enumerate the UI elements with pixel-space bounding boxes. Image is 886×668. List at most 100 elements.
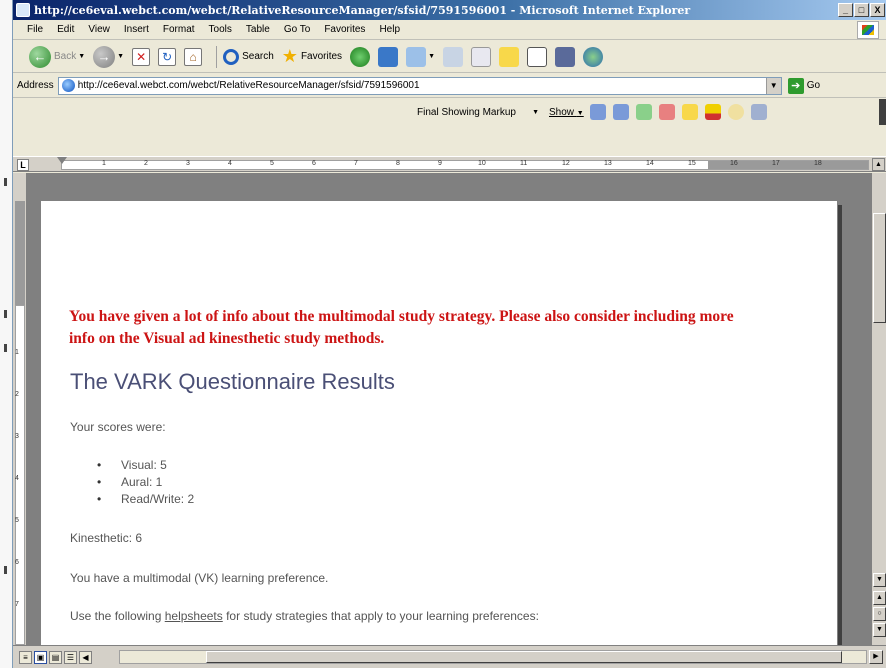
window-controls: _ □ X (838, 3, 885, 17)
back-dropdown-icon[interactable]: ▼ (78, 53, 85, 60)
mail-dropdown-icon[interactable]: ▼ (428, 53, 435, 60)
go-button[interactable]: ➔ Go (787, 77, 821, 94)
indent-marker-icon[interactable] (57, 157, 67, 173)
stop-button[interactable]: ✕ (132, 47, 151, 66)
menu-format[interactable]: Format (163, 24, 195, 35)
search-label: Search (242, 51, 274, 62)
chevron-down-icon: ▼ (532, 108, 539, 116)
reviewing-toolbar: Final Showing Markup ▼ Show ▼ (13, 99, 886, 125)
close-button[interactable]: X (870, 3, 885, 17)
address-dropdown-icon[interactable]: ▼ (765, 77, 781, 94)
show-menu-button[interactable]: Show ▼ (549, 107, 584, 118)
vruler-number: 1 (15, 349, 19, 356)
print-button[interactable] (443, 46, 463, 67)
related-button[interactable] (583, 46, 603, 67)
kinesthetic-score: Kinesthetic: 6 (70, 531, 143, 545)
print-layout-view-icon[interactable]: ▤ (49, 650, 62, 664)
insert-comment-icon[interactable] (681, 104, 698, 120)
display-for-review-select[interactable]: Final Showing Markup ▼ (413, 103, 543, 121)
address-url[interactable]: http://ce6eval.webct.com/webct/RelativeR… (78, 80, 420, 91)
scroll-left-icon[interactable]: ◀ (79, 650, 92, 664)
favorites-label: Favorites (300, 51, 343, 62)
forward-button[interactable]: → ▼ (93, 45, 124, 68)
research-button[interactable] (527, 46, 547, 67)
select-browse-object-icon[interactable]: ○ (873, 607, 886, 621)
mail-icon (406, 46, 427, 67)
menu-edit[interactable]: Edit (57, 24, 74, 35)
ruler-scale[interactable]: 1 2 3 4 5 6 7 8 9 10 11 12 13 14 15 16 1… (61, 160, 869, 170)
helpsheets-text: Use the following helpsheets for study s… (70, 609, 539, 623)
horizontal-scroll-thumb[interactable] (206, 651, 842, 663)
edit-button[interactable] (471, 46, 491, 67)
favorites-button[interactable]: ★ Favorites (282, 46, 342, 67)
accept-change-icon[interactable] (635, 104, 652, 120)
refresh-icon: ↻ (158, 47, 177, 66)
scores-list: Visual: 5 Aural: 1 Read/Write: 2 (97, 457, 194, 508)
address-input[interactable]: http://ce6eval.webct.com/webct/RelativeR… (57, 76, 782, 95)
menu-insert[interactable]: Insert (124, 24, 149, 35)
mail-button[interactable]: ▼ (406, 46, 435, 67)
menu-favorites[interactable]: Favorites (324, 24, 365, 35)
maximize-button[interactable]: □ (854, 3, 869, 17)
normal-view-icon[interactable]: ≡ (19, 650, 32, 664)
ie-page-icon (16, 3, 30, 17)
reject-change-icon[interactable] (658, 104, 675, 120)
window-title: http://ce6eval.webct.com/webct/RelativeR… (34, 3, 691, 17)
refresh-button[interactable]: ↻ (158, 47, 177, 66)
tab-selector-icon[interactable]: L (17, 159, 29, 171)
previous-page-icon[interactable]: ▲ (873, 591, 886, 605)
search-button[interactable]: Search (223, 48, 274, 65)
preference-text: You have a multimodal (VK) learning pref… (70, 571, 329, 585)
horizontal-scrollbar[interactable] (119, 650, 867, 664)
menu-view[interactable]: View (88, 24, 110, 35)
menu-tools[interactable]: Tools (209, 24, 232, 35)
vertical-scroll-thumb[interactable] (873, 213, 886, 323)
home-button[interactable]: ⌂ (184, 47, 203, 66)
media-button[interactable] (350, 46, 371, 67)
vertical-ruler[interactable]: 1 2 3 4 5 6 7 (13, 173, 27, 645)
track-changes-icon[interactable] (727, 104, 744, 120)
next-change-icon[interactable] (612, 104, 629, 120)
minimize-button[interactable]: _ (838, 3, 853, 17)
ruler-tick: 14 (646, 160, 654, 167)
reviewing-pane-icon[interactable] (750, 104, 767, 120)
title-bar[interactable]: http://ce6eval.webct.com/webct/RelativeR… (13, 0, 886, 20)
highlight-icon[interactable] (704, 104, 721, 120)
home-icon: ⌂ (184, 47, 203, 66)
vertical-scrollbar[interactable]: ▼ ▲ ○ ▼ (871, 173, 886, 645)
instructor-comment[interactable]: You have given a lot of info about the m… (69, 306, 749, 350)
scroll-down-icon[interactable]: ▼ (873, 573, 886, 587)
go-label: Go (806, 80, 821, 91)
outline-view-icon[interactable]: ☰ (64, 650, 77, 664)
history-button[interactable] (378, 46, 399, 67)
next-page-icon[interactable]: ▼ (873, 623, 886, 637)
page-title: The VARK Questionnaire Results (70, 369, 395, 394)
horizontal-ruler[interactable]: L 1 2 3 4 5 6 7 8 9 10 11 12 13 14 15 16… (13, 156, 886, 172)
discuss-button[interactable] (499, 46, 519, 67)
ruler-tick: 4 (228, 160, 232, 167)
document-page[interactable]: You have given a lot of info about the m… (41, 201, 837, 645)
ruler-scroll-up-icon[interactable]: ▲ (872, 158, 885, 171)
menu-table[interactable]: Table (246, 24, 270, 35)
menu-help[interactable]: Help (379, 24, 400, 35)
ruler-tick: 17 (772, 160, 780, 167)
menu-goto[interactable]: Go To (284, 24, 311, 35)
forward-dropdown-icon[interactable]: ▼ (117, 53, 124, 60)
back-button[interactable]: ← Back ▼ (29, 45, 85, 68)
scroll-right-icon[interactable]: ▶ (869, 650, 883, 664)
web-layout-view-icon[interactable]: ▣ (34, 650, 47, 664)
messenger-icon (555, 46, 575, 67)
menu-file[interactable]: File (27, 24, 43, 35)
previous-change-icon[interactable] (589, 104, 606, 120)
standard-toolbar: ← Back ▼ → ▼ ✕ ↻ ⌂ Search ★ Favorites ▼ (13, 41, 886, 73)
ruler-tick: 11 (520, 160, 528, 167)
toolbar-separator (216, 45, 218, 68)
ruler-tick: 13 (604, 160, 612, 167)
search-icon (223, 48, 240, 65)
helpsheets-link[interactable]: helpsheets (165, 609, 223, 623)
messenger-button[interactable] (555, 46, 575, 67)
vruler-number: 4 (15, 475, 19, 482)
back-label: Back (54, 51, 77, 62)
background-window-strip (0, 0, 12, 668)
note-icon (499, 46, 519, 67)
